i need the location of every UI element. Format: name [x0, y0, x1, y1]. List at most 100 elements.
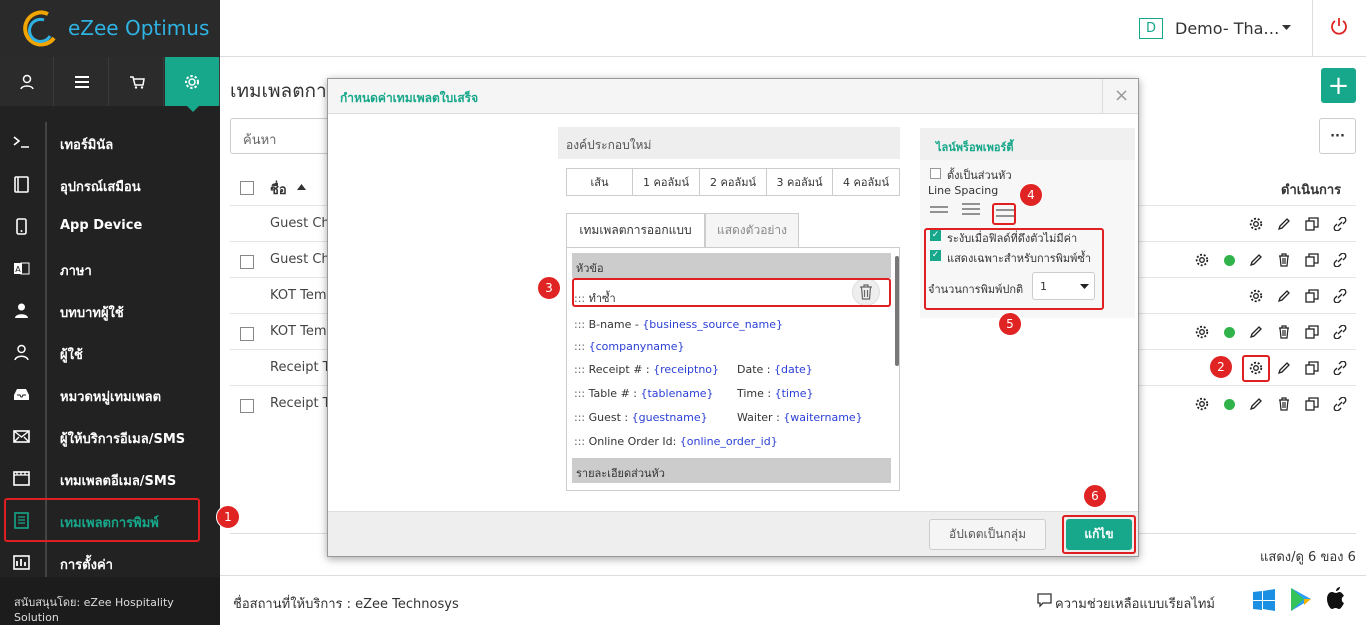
- sidebar-item-9[interactable]: เทมเพลตอีเมล/SMS: [0, 458, 220, 500]
- power-icon[interactable]: [1330, 17, 1348, 35]
- detail-section-label: รายละเอียดส่วนหัว: [576, 467, 665, 480]
- field-token: {business_source_name}: [642, 318, 783, 331]
- field-label: Receipt # :: [588, 363, 650, 376]
- sidebar-item-5[interactable]: บทบาทผู้ใช้: [0, 290, 220, 332]
- sidebar-item-1[interactable]: เทอร์มินัล: [0, 122, 220, 164]
- account-avatar[interactable]: D: [1139, 18, 1163, 39]
- new-component-title: องค์ประกอบใหม่: [566, 138, 652, 152]
- cart-icon-tab[interactable]: [110, 57, 164, 106]
- field-bname-row[interactable]: ::: B-name - {business_source_name}: [574, 318, 783, 331]
- highlight-apply: [1062, 515, 1136, 554]
- field-waiter-row[interactable]: Waiter : {waitername}: [737, 411, 863, 424]
- field-date-row[interactable]: Date : {date}: [737, 363, 813, 376]
- top-icon-bar: [0, 57, 220, 112]
- logo[interactable]: eZee Optimus: [0, 0, 220, 57]
- account-name[interactable]: Demo- Tha…: [1175, 19, 1279, 38]
- field-label: Time :: [737, 387, 772, 400]
- modal-footer: อัปเดตเป็นกลุ่ม แก้ไข: [328, 511, 1138, 556]
- drag-handle-icon[interactable]: :::: [574, 411, 585, 424]
- sidebar-item-11[interactable]: การตั้งค่า: [0, 542, 220, 577]
- tab-design[interactable]: เทมเพลตการออกแบบ: [566, 213, 705, 248]
- google-play-icon[interactable]: [1290, 587, 1312, 612]
- sidebar-item-4[interactable]: A ภาษา: [0, 248, 220, 290]
- list-icon-tab[interactable]: [55, 57, 109, 106]
- field-label: Table # :: [588, 387, 637, 400]
- step-badge-2: 2: [1209, 355, 1233, 379]
- sidebar-item-2[interactable]: อุปกรณ์เสมือน: [0, 164, 220, 206]
- drag-handle-icon[interactable]: :::: [574, 340, 585, 353]
- tablet-icon: [12, 175, 30, 193]
- field-token: {online_order_id}: [679, 435, 778, 448]
- top-header: D Demo- Tha…: [220, 0, 1366, 57]
- sidebar-item-7[interactable]: หมวดหมู่เทมเพลต: [0, 374, 220, 416]
- modal-close-button[interactable]: ×: [1114, 85, 1129, 106]
- language-icon: A: [12, 259, 30, 277]
- section-header-bar: หัวข้อ: [572, 253, 891, 278]
- detail-section-bar: รายละเอียดส่วนหัว: [572, 458, 891, 483]
- drag-handle-icon[interactable]: :::: [574, 435, 585, 448]
- close-divider: [1102, 79, 1103, 114]
- terminal-icon: [12, 133, 30, 151]
- field-receipt-row[interactable]: ::: Receipt # : {receiptno}: [574, 363, 719, 376]
- drag-handle-icon[interactable]: :::: [574, 318, 585, 331]
- field-token: {companyname}: [588, 340, 685, 353]
- set-header-label: ตั้งเป็นส่วนหัว: [947, 169, 1012, 182]
- layout-option-4[interactable]: 4 คอลัมน์: [833, 169, 899, 195]
- field-online-row[interactable]: ::: Online Order Id: {online_order_id}: [574, 435, 778, 448]
- field-token: {tablename}: [640, 387, 714, 400]
- user-icon-tab[interactable]: [0, 57, 54, 106]
- active-pointer: [186, 105, 200, 112]
- sidebar-item-label: อุปกรณ์เสมือน: [60, 180, 141, 195]
- spacing-normal-icon[interactable]: [962, 202, 980, 216]
- sponsor-text: สนับสนุนโดย: eZee Hospitality Solution: [0, 577, 220, 625]
- step-badge-6: 6: [1083, 484, 1107, 508]
- field-time-row[interactable]: Time : {time}: [737, 387, 813, 400]
- windows-icon[interactable]: [1253, 589, 1275, 611]
- set-header-checkbox[interactable]: [930, 168, 941, 179]
- drag-handle-icon[interactable]: :::: [574, 363, 585, 376]
- update-group-button[interactable]: อัปเดตเป็นกลุ่ม: [929, 519, 1046, 550]
- apple-icon[interactable]: [1326, 587, 1346, 611]
- sidebar-item-label: การตั้งค่า: [60, 558, 113, 573]
- field-guest-row[interactable]: ::: Guest : {guestname}: [574, 411, 708, 424]
- settings-icon-tab[interactable]: [165, 57, 220, 106]
- panel-scrollbar[interactable]: [895, 256, 899, 366]
- field-token: {receiptno}: [653, 363, 720, 376]
- inbox-icon: [12, 385, 30, 403]
- layout-option-3[interactable]: 3 คอลัมน์: [767, 169, 833, 195]
- tab-preview[interactable]: แสดงตัวอย่าง: [705, 213, 799, 248]
- field-label: Online Order Id:: [588, 435, 677, 448]
- step-badge-1: 1: [216, 505, 240, 529]
- footer-provider: ชื่อสถานที่ให้บริการ : eZee Technosys: [233, 597, 459, 612]
- film-icon: [12, 469, 30, 487]
- field-table-row[interactable]: ::: Table # : {tablename}: [574, 387, 714, 400]
- sidebar-item-3[interactable]: App Device: [0, 206, 220, 248]
- chevron-down-icon[interactable]: [1282, 24, 1292, 32]
- sidebar-item-label: ผู้ใช้: [60, 348, 83, 363]
- modal-title: กำหนดค่าเทมเพลตใบเสร็จ: [340, 91, 479, 105]
- header-divider: [1312, 0, 1313, 57]
- sidebar-item-label: เทอร์มินัล: [60, 138, 114, 153]
- field-token: {guestname}: [631, 411, 708, 424]
- field-label: Date :: [737, 363, 771, 376]
- sidebar-item-6[interactable]: ผู้ใช้: [0, 332, 220, 374]
- field-company-row[interactable]: ::: {companyname}: [574, 340, 685, 353]
- layout-option-0[interactable]: เส้น: [567, 169, 633, 195]
- drag-handle-icon[interactable]: :::: [574, 387, 585, 400]
- realtime-help-link[interactable]: ความช่วยเหลือแบบเรียลไทม์: [1055, 593, 1215, 614]
- layout-option-1[interactable]: 1 คอลัมน์: [633, 169, 700, 195]
- layout-option-2[interactable]: 2 คอลัมน์: [700, 169, 767, 195]
- spacing-compact-icon[interactable]: [930, 204, 948, 216]
- app-name: eZee Optimus: [68, 16, 210, 40]
- field-label: Guest :: [588, 411, 629, 424]
- sidebar-item-label: หมวดหมู่เทมเพลต: [60, 390, 162, 405]
- gear-icon: [185, 74, 199, 89]
- settings-doc-icon: [12, 553, 30, 571]
- sidebar-item-label: App Device: [60, 218, 143, 233]
- cart-icon: [129, 75, 145, 89]
- step-badge-3: 3: [537, 276, 561, 300]
- field-token: {waitername}: [783, 411, 863, 424]
- mobile-icon: [12, 217, 30, 235]
- sidebar-item-8[interactable]: ผู้ให้บริการอีเมล/SMS: [0, 416, 220, 458]
- highlight-spacing: [992, 203, 1016, 225]
